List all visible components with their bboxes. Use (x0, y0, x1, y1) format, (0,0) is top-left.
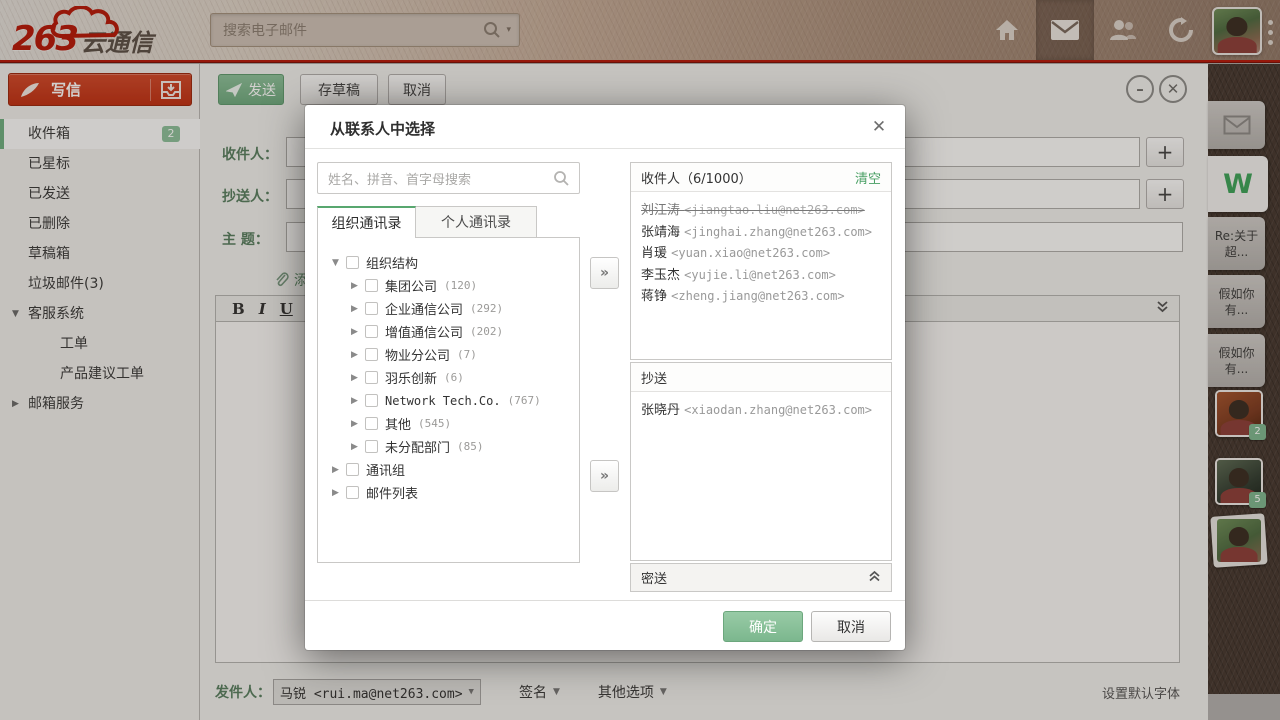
tree-checkbox[interactable] (365, 302, 378, 315)
add-to-recipients-button[interactable]: » (590, 257, 619, 289)
cc-header: 抄送 (631, 363, 891, 392)
tree-checkbox[interactable] (365, 394, 378, 407)
tree-expand-icon[interactable]: ▶ (351, 419, 365, 429)
tree-node[interactable]: ▶ Network Tech.Co.(767) (318, 389, 579, 412)
dialog-close-icon[interactable]: ✕ (867, 115, 891, 139)
contact-picker-dialog: 从联系人中选择 ✕ 姓名、拼音、首字母搜索 组织通讯录 个人通讯录 ▼ 组织结构… (305, 105, 905, 650)
cc-box: 抄送 张晓丹 <xiaodan.zhang@net263.com> (630, 362, 892, 561)
tree-expand-icon[interactable]: ▶ (351, 327, 365, 337)
dialog-title: 从联系人中选择 (330, 118, 435, 139)
tree-expand-icon[interactable]: ▶ (332, 488, 346, 498)
contact-search-input[interactable]: 姓名、拼音、首字母搜索 (317, 162, 580, 194)
dialog-cancel-button[interactable]: 取消 (811, 611, 891, 642)
tree-checkbox[interactable] (365, 371, 378, 384)
recipients-box: 收件人（6/1000） 清空 刘江涛 <jiangtao.liu@net263.… (630, 162, 892, 360)
tree-node[interactable]: ▶ 集团公司(120) (318, 274, 579, 297)
tree-checkbox[interactable] (346, 486, 359, 499)
tree-checkbox[interactable] (365, 279, 378, 292)
tree-node[interactable]: ▶ 其他(545) (318, 412, 579, 435)
tree-checkbox[interactable] (365, 325, 378, 338)
tree-node[interactable]: ▶ 增值通信公司(202) (318, 320, 579, 343)
dialog-footer: 确定 取消 (305, 600, 905, 650)
tree-node[interactable]: ▶ 未分配部门(85) (318, 435, 579, 458)
tree-node[interactable]: ▶ 企业通信公司(292) (318, 297, 579, 320)
confirm-button[interactable]: 确定 (723, 611, 803, 642)
tree-expand-icon[interactable]: ▶ (351, 281, 365, 291)
cc-item[interactable]: 张晓丹 <xiaodan.zhang@net263.com> (641, 400, 881, 422)
tree-checkbox[interactable] (365, 440, 378, 453)
tree-node-groups[interactable]: ▶ 通讯组 (318, 458, 579, 481)
tree-node[interactable]: ▶ 羽乐创新(6) (318, 366, 579, 389)
org-tree: ▼ 组织结构 ▶ 集团公司(120) ▶ 企业通信公司(292) ▶ 增值通信公… (317, 238, 580, 563)
search-icon (553, 170, 570, 187)
tree-node-maillist[interactable]: ▶ 邮件列表 (318, 481, 579, 504)
tree-checkbox[interactable] (365, 348, 378, 361)
recipient-item-removed[interactable]: 刘江涛 <jiangtao.liu@net263.com> (641, 200, 881, 222)
contact-search-placeholder: 姓名、拼音、首字母搜索 (318, 169, 553, 188)
recipient-item[interactable]: 肖瑗 <yuan.xiao@net263.com> (641, 243, 881, 265)
cc-list: 张晓丹 <xiaodan.zhang@net263.com> (631, 392, 891, 422)
tree-expand-icon[interactable]: ▶ (351, 304, 365, 314)
dialog-header: 从联系人中选择 ✕ (305, 105, 905, 149)
tree-node[interactable]: ▶ 物业分公司(7) (318, 343, 579, 366)
recipients-header: 收件人（6/1000） 清空 (631, 163, 891, 192)
tree-expand-icon[interactable]: ▼ (332, 258, 346, 268)
bcc-collapsed-bar[interactable]: 密送 (630, 563, 892, 592)
tree-expand-icon[interactable]: ▶ (351, 373, 365, 383)
tree-expand-icon[interactable]: ▶ (332, 465, 346, 475)
tree-expand-icon[interactable]: ▶ (351, 442, 365, 452)
addressbook-tabs: 组织通讯录 个人通讯录 (317, 206, 580, 238)
recipient-item[interactable]: 蒋铮 <zheng.jiang@net263.com> (641, 286, 881, 308)
tree-checkbox[interactable] (346, 256, 359, 269)
tab-org-addressbook[interactable]: 组织通讯录 (317, 206, 416, 238)
tree-expand-icon[interactable]: ▶ (351, 396, 365, 406)
tab-personal-addressbook[interactable]: 个人通讯录 (416, 206, 537, 238)
tree-checkbox[interactable] (346, 463, 359, 476)
tree-checkbox[interactable] (365, 417, 378, 430)
tree-expand-icon[interactable]: ▶ (351, 350, 365, 360)
recipient-item[interactable]: 张靖海 <jinghai.zhang@net263.com> (641, 222, 881, 244)
recipients-list: 刘江涛 <jiangtao.liu@net263.com> 张靖海 <jingh… (631, 192, 891, 308)
add-to-cc-button[interactable]: » (590, 460, 619, 492)
bcc-expand-icon[interactable] (868, 570, 881, 586)
tree-node-root[interactable]: ▼ 组织结构 (318, 251, 579, 274)
clear-recipients-link[interactable]: 清空 (855, 168, 881, 187)
recipient-item[interactable]: 李玉杰 <yujie.li@net263.com> (641, 265, 881, 287)
